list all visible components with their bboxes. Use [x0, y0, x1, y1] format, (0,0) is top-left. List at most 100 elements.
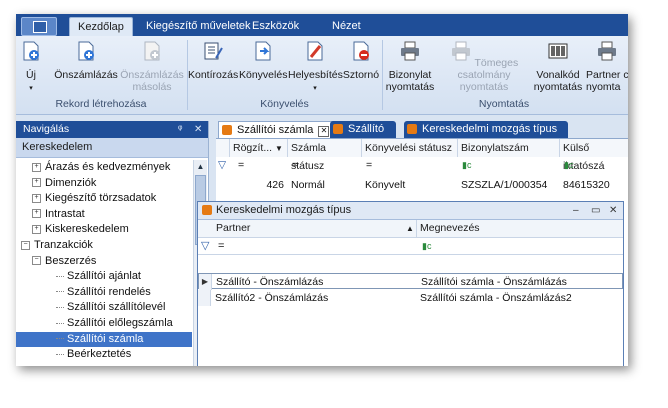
tree-item[interactable]: + Árazás és kedvezmények: [16, 160, 192, 176]
cell-megnevezes[interactable]: Szállítói számla - Önszámlázás2: [420, 290, 572, 306]
tab-nezet[interactable]: Nézet: [324, 17, 369, 36]
cell-partner[interactable]: Szállító - Önszámlázás: [216, 274, 323, 290]
tree-item-label: Szállítói ajánlat: [67, 270, 141, 283]
self-billing-copy-button[interactable]: Önszámlázás másolás: [120, 40, 184, 93]
tree-item-label: Szállítói szállítólevél: [67, 301, 166, 314]
table-row[interactable]: Szállító2 - Önszámlázás Szállítói számla…: [198, 290, 623, 306]
tree-item-label: Árazás és kedvezmények: [45, 161, 171, 173]
table-row[interactable]: ▶ Szállító - Önszámlázás Szállítói száml…: [198, 273, 623, 290]
tree-item[interactable]: Szállítói szállítólevél: [16, 300, 192, 316]
doc-tab-label: Szállítói számla: [237, 124, 314, 136]
expand-icon[interactable]: +: [32, 162, 41, 172]
tree-item[interactable]: + Dimenziók: [16, 176, 192, 192]
navigation-section[interactable]: Kereskedelem: [16, 138, 208, 158]
filter-operator[interactable]: =: [238, 158, 244, 173]
app-menu-icon: [33, 21, 47, 33]
application-menu-button[interactable]: [21, 17, 57, 36]
vonalkod-nyomtatas-button[interactable]: Vonalkód nyomtatás: [532, 40, 584, 93]
doc-tab-szallito[interactable]: Szállító: [330, 121, 396, 138]
tab-kezdolap[interactable]: Kezdőlap: [69, 17, 133, 37]
tree-connector: [56, 275, 64, 277]
new-document-icon: [78, 41, 94, 61]
tree-connector: [56, 353, 64, 355]
tab-eszkozok[interactable]: Eszközök: [244, 17, 307, 36]
doc-tab-szallitoi-szamla[interactable]: Szállítói számla ✕: [218, 121, 344, 139]
tree-item-label: Kiskereskedelem: [45, 223, 129, 236]
cell-external-number[interactable]: 84615320: [563, 177, 610, 193]
application-window: Kezdőlap Kiegészítő műveletek Eszközök N…: [16, 14, 628, 366]
tree-item[interactable]: + Kiegészítő törzsadatok: [16, 191, 192, 207]
filter-operator[interactable]: ▮c: [462, 158, 471, 173]
popup-column-headers: Partner ▲ Megnevezés: [198, 220, 623, 238]
tree-item[interactable]: Beérkeztetés: [16, 347, 192, 363]
maximize-icon[interactable]: ▭: [591, 202, 600, 219]
kontirozas-button[interactable]: Kontírozás: [188, 40, 238, 81]
tree-item[interactable]: Szállítói rendelés: [16, 285, 192, 301]
group-label-konyveles: Könyvelés: [260, 98, 309, 110]
pin-icon[interactable]: ᵠ: [178, 121, 182, 138]
collapse-icon[interactable]: −: [21, 240, 30, 250]
post-arrow-icon: [255, 41, 271, 61]
partner-nyomtatas-button[interactable]: Partner c nyomta: [586, 40, 628, 93]
filter-icon[interactable]: ▽: [201, 238, 209, 254]
cell-posting-status[interactable]: Könyvelt: [365, 177, 405, 193]
filter-operator[interactable]: ▮c: [422, 238, 431, 254]
filter-icon[interactable]: ▽: [218, 158, 226, 173]
konyveles-button[interactable]: Könyvelés: [239, 40, 287, 81]
copy-document-icon: [144, 41, 160, 61]
tomeges-csatolmany-button[interactable]: Tömeges csatolmány nyomtatás: [438, 40, 530, 93]
sztorno-button[interactable]: Sztornó: [341, 40, 381, 81]
close-tab-icon[interactable]: ✕: [318, 126, 330, 137]
column-header[interactable]: Rögzít... ▼: [230, 139, 288, 157]
tab-kiegeszito-muveletek[interactable]: Kiegészítő műveletek: [138, 17, 259, 36]
bizonylat-nyomtatas-button[interactable]: Bizonylat nyomtatás: [384, 40, 436, 93]
filter-operator[interactable]: ▮c: [564, 158, 573, 173]
tree-item-label: Szállítói előlegszámla: [67, 316, 173, 329]
expand-icon[interactable]: +: [32, 209, 41, 219]
expand-icon[interactable]: +: [32, 178, 41, 188]
tree-connector: [56, 291, 64, 293]
tree-connector: [56, 306, 64, 308]
expand-icon[interactable]: +: [32, 193, 41, 203]
cell-partner[interactable]: Szállító2 - Önszámlázás: [215, 290, 328, 306]
expand-icon[interactable]: +: [32, 224, 41, 234]
dropdown-arrow-icon: ▾: [313, 85, 317, 92]
helyesbites-button[interactable]: Helyesbítés ▾: [288, 40, 343, 95]
doc-tab-kereskedelmi-mozgas[interactable]: Kereskedelmi mozgás típus: [404, 121, 568, 138]
tree-item[interactable]: − Beszerzés: [16, 254, 192, 270]
tree-item[interactable]: + Intrastat: [16, 207, 192, 223]
column-header-partner[interactable]: Partner: [216, 220, 250, 237]
filter-operator[interactable]: =: [218, 238, 224, 254]
self-billing-label: Önszámlázás: [54, 69, 118, 81]
tree-item[interactable]: − Tranzakciók: [16, 238, 192, 254]
tree-item[interactable]: Szállítói számla: [16, 331, 192, 348]
filter-operator[interactable]: =: [292, 158, 298, 173]
close-icon[interactable]: ✕: [194, 121, 202, 138]
column-header[interactable]: Külső iktatószá: [560, 139, 628, 172]
tree-item[interactable]: Szállítói előlegszámla: [16, 316, 192, 332]
close-icon[interactable]: ✕: [609, 202, 617, 219]
column-header-megnevezes[interactable]: Megnevezés: [420, 220, 480, 237]
cell-status[interactable]: Normál: [291, 177, 325, 193]
column-header[interactable]: Számla státusz: [288, 139, 362, 172]
column-header[interactable]: Könyvelési státusz: [362, 139, 458, 157]
cell-megnevezes[interactable]: Szállítói számla - Önszámlázás: [421, 274, 567, 290]
movement-type-popup: Kereskedelmi mozgás típus – ▭ ✕ Partner …: [197, 201, 624, 366]
minimize-icon[interactable]: –: [573, 202, 579, 219]
ribbon-separator: [382, 40, 383, 110]
scroll-up-icon[interactable]: ▲: [194, 160, 207, 173]
self-billing-button[interactable]: Önszámlázás: [54, 40, 118, 81]
navigation-tree: + Árazás és kedvezmények + Dimenziók + Kiegés…: [16, 160, 192, 363]
bizonylat-nyomtatas-label: Bizonylat nyomtatás: [385, 69, 435, 93]
correction-icon: [307, 41, 323, 61]
cell-document-number[interactable]: SZSZLA/1/000354: [461, 177, 547, 193]
filter-operator[interactable]: =: [366, 158, 372, 173]
new-button[interactable]: Új ▾: [20, 40, 42, 95]
cell-id[interactable]: 426: [230, 177, 284, 193]
tree-connector: [56, 322, 64, 324]
document-tabs: Szállítói számla ✕ Szállító Kereskedelmi …: [216, 121, 628, 139]
tree-item[interactable]: Szállítói ajánlat: [16, 269, 192, 285]
column-header[interactable]: Bizonylatszám: [458, 139, 560, 157]
collapse-icon[interactable]: −: [32, 256, 41, 266]
tree-item[interactable]: + Kiskereskedelem: [16, 222, 192, 238]
